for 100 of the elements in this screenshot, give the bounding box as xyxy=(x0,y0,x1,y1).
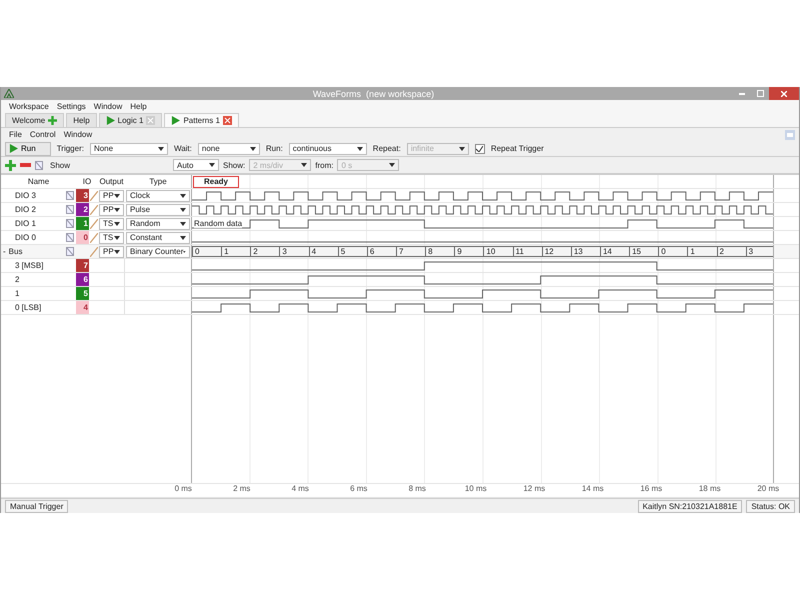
trigger-status: Manual Trigger xyxy=(5,500,68,512)
type-dropdown[interactable]: Random xyxy=(126,218,190,230)
bus-value: 5 xyxy=(338,246,367,257)
page-icon[interactable] xyxy=(66,219,74,228)
output-dropdown[interactable]: PP xyxy=(99,246,124,258)
checkbox-label: Repeat Trigger xyxy=(490,144,544,153)
bus-value: 9 xyxy=(454,246,484,257)
bit-name: 1 xyxy=(15,289,20,298)
tab[interactable]: Help xyxy=(66,113,97,127)
caret-icon xyxy=(458,146,465,150)
tab[interactable]: Patterns 1 xyxy=(164,113,239,127)
type-dropdown[interactable]: Pulse xyxy=(126,204,190,216)
page-icon[interactable] xyxy=(35,160,43,170)
bus-value: 0 xyxy=(658,246,688,257)
axis-label: 8 ms xyxy=(408,484,427,495)
close-button[interactable] xyxy=(769,87,799,100)
caret-icon xyxy=(114,236,120,240)
caret-icon xyxy=(114,250,120,254)
output-dropdown[interactable]: TS xyxy=(99,218,124,230)
bus-value: 2 xyxy=(250,246,280,257)
bus-value: 1 xyxy=(221,246,250,257)
tab[interactable]: Welcome xyxy=(5,113,64,127)
status-label: Ready xyxy=(193,176,239,188)
signal-name: DIO 0 xyxy=(15,233,36,242)
add-icon[interactable] xyxy=(5,160,16,170)
bus-value: 3 xyxy=(279,246,309,257)
caret-icon xyxy=(209,163,216,167)
caret-icon xyxy=(389,163,396,167)
caret-icon xyxy=(180,208,186,212)
minimize-icon xyxy=(739,92,745,94)
axis-label: 20 ms xyxy=(756,484,780,495)
menu-item[interactable]: Window xyxy=(90,102,126,111)
bus-value: 2 xyxy=(716,246,746,257)
type-dropdown[interactable]: Constant xyxy=(126,232,190,244)
page-icon[interactable] xyxy=(66,233,74,242)
output-dropdown[interactable]: PP xyxy=(99,190,124,202)
field-label: Wait: xyxy=(174,144,192,153)
field-label: Run: xyxy=(266,144,283,153)
menu-item[interactable]: Workspace xyxy=(5,102,53,111)
pin-number: 7 xyxy=(76,259,89,272)
bus-value: 15 xyxy=(629,246,658,257)
play-icon xyxy=(171,116,180,125)
bus-value: 10 xyxy=(483,246,513,257)
pin-number: 1 xyxy=(76,217,89,230)
page-icon[interactable] xyxy=(66,191,74,200)
dock-icon[interactable] xyxy=(785,130,795,140)
bus-value: 13 xyxy=(570,246,600,257)
pin-number: 3 xyxy=(76,189,89,202)
axis-label: 10 ms xyxy=(464,484,488,495)
show-button[interactable]: Show xyxy=(47,158,70,172)
bus-value: 11 xyxy=(512,246,542,257)
page-icon[interactable] xyxy=(66,247,74,256)
expand-toggle[interactable]: - xyxy=(3,247,6,256)
axis-label: 4 ms xyxy=(290,484,310,495)
bit-name: 2 xyxy=(15,275,20,284)
menu-item[interactable]: Help xyxy=(126,102,151,111)
column-header: Type xyxy=(149,177,167,186)
type-dropdown[interactable]: Binary Counter xyxy=(126,246,190,258)
bus-value: 12 xyxy=(542,246,571,257)
field-label: Trigger: xyxy=(56,144,84,153)
output-dropdown[interactable]: PP xyxy=(99,204,124,216)
axis-label: 16 ms xyxy=(639,484,664,495)
app-logo-icon xyxy=(4,89,14,98)
caret-icon xyxy=(301,163,308,167)
run-button[interactable]: Run xyxy=(5,142,51,156)
caret-icon xyxy=(114,222,120,226)
menu-item[interactable]: Control xyxy=(26,130,60,139)
column-header: Name xyxy=(28,177,50,186)
wave-label: Random data xyxy=(194,219,242,228)
tab[interactable]: Logic 1 xyxy=(98,113,162,127)
menu-item[interactable]: Window xyxy=(60,130,96,139)
signal-name: DIO 3 xyxy=(15,191,36,200)
close-icon[interactable] xyxy=(222,116,232,125)
dropdown[interactable]: Auto xyxy=(173,159,220,171)
connection-status: Status: OK xyxy=(746,500,795,512)
bus-value: 3 xyxy=(746,246,773,257)
page-icon[interactable] xyxy=(66,205,74,214)
field-label: Show: xyxy=(223,160,246,170)
field-label: Repeat: xyxy=(372,144,401,153)
dropdown[interactable]: None xyxy=(90,142,168,154)
checkbox[interactable] xyxy=(474,144,485,154)
menu-item[interactable]: Settings xyxy=(52,102,90,111)
bit-name: 3 [MSB] xyxy=(15,261,44,270)
caret-icon xyxy=(114,194,120,198)
column-header: Output xyxy=(100,177,124,186)
axis-label: 18 ms xyxy=(698,484,722,495)
caret-icon xyxy=(158,146,164,150)
menu-item[interactable]: File xyxy=(5,130,26,139)
output-dropdown[interactable]: TS xyxy=(99,232,124,244)
axis-label: 0 ms xyxy=(174,484,193,495)
dropdown[interactable]: continuous xyxy=(288,142,367,154)
type-dropdown[interactable]: Clock xyxy=(126,190,190,202)
plus-icon xyxy=(48,116,58,125)
close-icon xyxy=(781,90,787,96)
signal-name: DIO 2 xyxy=(15,205,36,214)
close-icon[interactable] xyxy=(146,116,156,125)
pin-number: 0 xyxy=(76,231,89,244)
maximize-icon xyxy=(756,90,764,97)
field-label: from: xyxy=(315,160,334,170)
dropdown[interactable]: none xyxy=(198,142,260,154)
